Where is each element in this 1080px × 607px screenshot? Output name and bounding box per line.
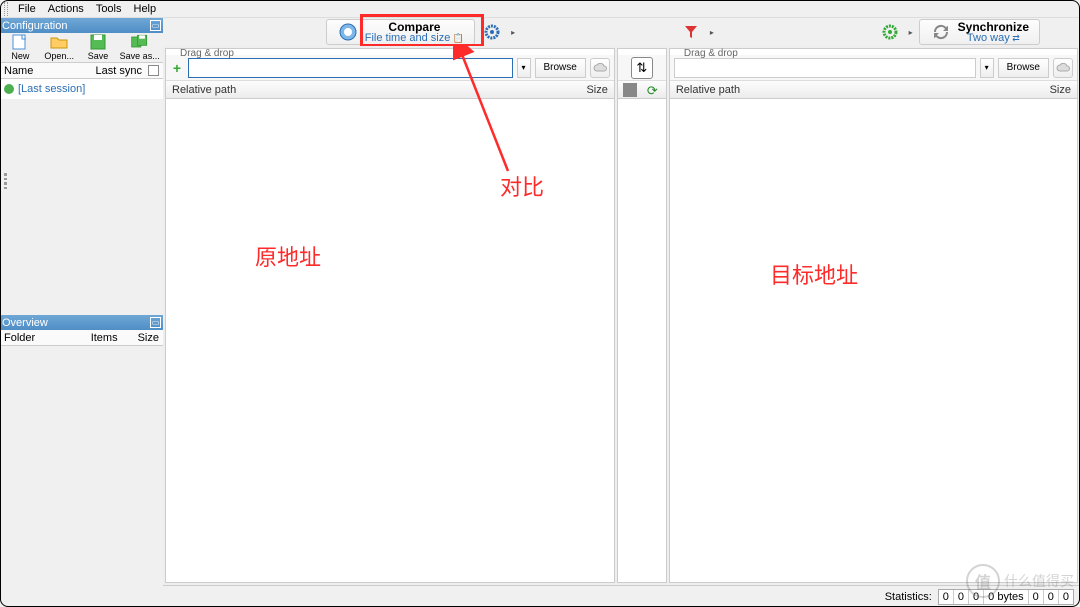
stat-3: 0 bbox=[969, 590, 984, 604]
browse-button[interactable]: Browse bbox=[535, 58, 586, 78]
session-status-icon bbox=[4, 84, 14, 94]
chevron-right-icon: ▸ bbox=[708, 28, 716, 37]
col-folder[interactable]: Folder bbox=[4, 332, 71, 344]
col-size[interactable]: Size bbox=[1050, 84, 1071, 96]
sync-subtitle: Two way ⇄ bbox=[967, 33, 1020, 44]
sync-settings-button[interactable] bbox=[877, 20, 903, 44]
col-size[interactable]: Size bbox=[586, 84, 607, 96]
grid-icon[interactable] bbox=[148, 65, 159, 76]
overview-list-header: Folder Items Size bbox=[0, 330, 163, 346]
cloud-icon bbox=[593, 63, 607, 73]
col-items[interactable]: Items bbox=[91, 332, 118, 344]
sync-icon bbox=[930, 22, 952, 42]
right-pane: Drag & drop ▾ Browse Relative path Size bbox=[669, 48, 1078, 583]
menu-tools[interactable]: Tools bbox=[90, 3, 128, 15]
status-bar: Statistics: 0 0 0 0 bytes 0 0 0 bbox=[163, 585, 1080, 607]
browse-button[interactable]: Browse bbox=[998, 58, 1049, 78]
right-file-list[interactable] bbox=[670, 99, 1077, 582]
action-list bbox=[618, 99, 666, 582]
compare-settings-button[interactable] bbox=[479, 20, 505, 44]
overview-panel-header: Overview ▭ bbox=[0, 315, 163, 330]
menu-bar: File Actions Tools Help bbox=[0, 0, 1080, 18]
menu-file[interactable]: File bbox=[12, 3, 42, 15]
menu-actions[interactable]: Actions bbox=[42, 3, 90, 15]
add-pair-button[interactable]: + bbox=[170, 58, 184, 78]
path-dropdown[interactable]: ▾ bbox=[980, 58, 994, 78]
statistics-label: Statistics: bbox=[885, 591, 932, 603]
col-name[interactable]: Name bbox=[4, 65, 33, 77]
stat-1: 0 bbox=[939, 590, 954, 604]
equal-filter-icon[interactable] bbox=[623, 83, 637, 97]
saveas-button[interactable]: Save as... bbox=[118, 34, 161, 61]
col-relpath[interactable]: Relative path bbox=[676, 84, 1050, 96]
path-dropdown[interactable]: ▾ bbox=[517, 58, 531, 78]
cloud-button[interactable] bbox=[590, 58, 610, 78]
session-name: [Last session] bbox=[18, 83, 85, 95]
gear-green-icon bbox=[882, 24, 898, 40]
main-toolbar: Compare File time and size 📋 ▸ ▸ ▸ Synch… bbox=[163, 18, 1080, 46]
panel-collapse-icon[interactable]: ▭ bbox=[150, 20, 161, 31]
config-title: Configuration bbox=[2, 20, 67, 32]
chevron-right-icon: ▸ bbox=[907, 28, 915, 37]
middle-pane: ⇅ ⟳ bbox=[617, 48, 667, 583]
left-pane: Drag & drop + ▾ Browse Relative path Siz… bbox=[165, 48, 615, 583]
left-path-input[interactable] bbox=[188, 58, 513, 78]
dragdrop-hint: Drag & drop bbox=[684, 48, 738, 59]
cloud-button[interactable] bbox=[1053, 58, 1073, 78]
stat-5: 0 bbox=[1044, 590, 1059, 604]
compare-button[interactable]: Compare File time and size 📋 bbox=[326, 19, 475, 45]
save-button[interactable]: Save bbox=[80, 34, 117, 61]
cloud-icon bbox=[1056, 63, 1070, 73]
col-size[interactable]: Size bbox=[138, 332, 159, 344]
open-label: Open... bbox=[44, 51, 74, 61]
middle-header: ⟳ bbox=[618, 81, 666, 99]
col-lastsync[interactable]: Last sync bbox=[96, 65, 142, 77]
save-label: Save bbox=[88, 51, 109, 61]
overview-title: Overview bbox=[2, 317, 48, 329]
stat-2: 0 bbox=[954, 590, 969, 604]
config-list-header: Name Last sync bbox=[0, 63, 163, 79]
left-list-header: Relative path Size bbox=[166, 81, 614, 99]
compare-icon bbox=[337, 22, 359, 42]
drag-handle-icon[interactable] bbox=[4, 173, 10, 189]
synchronize-button[interactable]: Synchronize Two way ⇄ bbox=[919, 19, 1040, 45]
main-area: Drag & drop + ▾ Browse Relative path Siz… bbox=[163, 46, 1080, 585]
menu-grip[interactable] bbox=[4, 2, 8, 16]
menu-help[interactable]: Help bbox=[128, 3, 163, 15]
sidebar: Configuration ▭ New Open... Save Save as… bbox=[0, 18, 163, 578]
funnel-icon bbox=[683, 24, 699, 40]
stat-6: 0 bbox=[1059, 590, 1073, 604]
stat-4: 0 bbox=[1029, 590, 1044, 604]
col-relpath[interactable]: Relative path bbox=[172, 84, 586, 96]
filter-button[interactable] bbox=[678, 20, 704, 44]
panel-collapse-icon[interactable]: ▭ bbox=[150, 317, 161, 328]
dragdrop-hint: Drag & drop bbox=[180, 48, 234, 59]
refresh-icon[interactable]: ⟳ bbox=[647, 83, 661, 97]
config-toolbar: New Open... Save Save as... bbox=[0, 33, 163, 63]
left-file-list[interactable] bbox=[166, 99, 614, 582]
new-label: New bbox=[11, 51, 29, 61]
gear-blue-icon bbox=[484, 24, 500, 40]
new-button[interactable]: New bbox=[2, 34, 39, 61]
statistics-values: 0 0 0 0 bytes 0 0 0 bbox=[938, 589, 1074, 605]
chevron-right-icon: ▸ bbox=[509, 28, 517, 37]
right-path-input[interactable] bbox=[674, 58, 976, 78]
config-panel-header: Configuration ▭ bbox=[0, 18, 163, 33]
config-list-item[interactable]: [Last session] bbox=[0, 79, 163, 99]
saveas-label: Save as... bbox=[120, 51, 160, 61]
open-button[interactable]: Open... bbox=[41, 34, 78, 61]
overview-panel: Overview ▭ Folder Items Size bbox=[0, 315, 163, 346]
stat-bytes: 0 bytes bbox=[984, 590, 1028, 604]
right-list-header: Relative path Size bbox=[670, 81, 1077, 99]
compare-subtitle: File time and size 📋 bbox=[365, 33, 464, 44]
swap-sides-button[interactable]: ⇅ bbox=[631, 57, 653, 79]
